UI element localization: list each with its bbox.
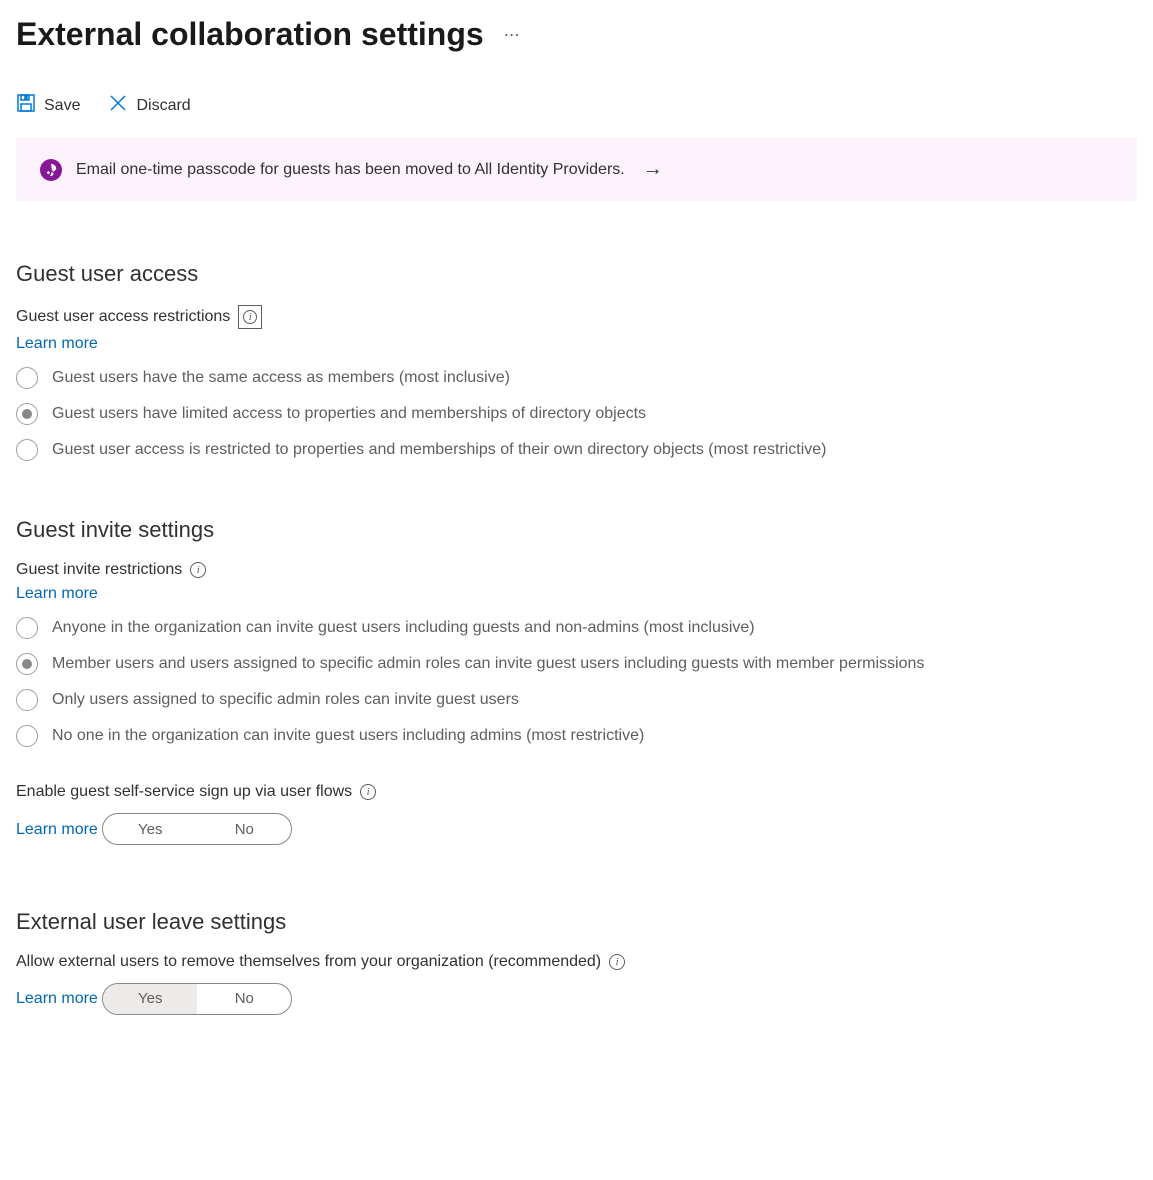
learn-more-link[interactable]: Learn more xyxy=(16,990,98,1008)
info-icon[interactable]: i xyxy=(609,954,625,970)
radio-label: Only users assigned to specific admin ro… xyxy=(52,691,519,709)
radio-circle xyxy=(16,403,38,425)
radio-guest-invite-3[interactable]: No one in the organization can invite gu… xyxy=(16,725,1137,747)
info-icon[interactable]: i xyxy=(238,305,262,329)
learn-more-link[interactable]: Learn more xyxy=(16,821,98,839)
radio-list-guest-invite: Anyone in the organization can invite gu… xyxy=(16,617,1137,747)
radio-guest-access-2[interactable]: Guest user access is restricted to prope… xyxy=(16,439,1137,461)
more-icon[interactable]: ⋯ xyxy=(504,25,520,45)
discard-label: Discard xyxy=(136,97,190,115)
radio-guest-access-1[interactable]: Guest users have limited access to prope… xyxy=(16,403,1137,425)
guest-access-restrictions-label: Guest user access restrictions xyxy=(16,308,230,326)
toolbar: Save Discard xyxy=(16,93,1137,118)
discard-button[interactable]: Discard xyxy=(108,93,190,118)
radio-list-guest-access: Guest users have the same access as memb… xyxy=(16,367,1137,461)
field-label-row: Guest invite restrictions i xyxy=(16,561,1137,579)
save-icon xyxy=(16,93,36,118)
subsection-self-service: Enable guest self-service sign up via us… xyxy=(16,783,1137,853)
radio-circle xyxy=(16,617,38,639)
toggle-yes[interactable]: Yes xyxy=(103,984,197,1014)
info-icon[interactable]: i xyxy=(360,784,376,800)
toggle-yes[interactable]: Yes xyxy=(103,814,197,844)
rocket-icon xyxy=(40,159,62,181)
guest-invite-restrictions-label: Guest invite restrictions xyxy=(16,561,182,579)
learn-more-link[interactable]: Learn more xyxy=(16,585,98,603)
radio-label: Guest users have the same access as memb… xyxy=(52,369,510,387)
learn-more-link[interactable]: Learn more xyxy=(16,335,98,353)
radio-circle xyxy=(16,439,38,461)
radio-circle xyxy=(16,367,38,389)
radio-guest-invite-0[interactable]: Anyone in the organization can invite gu… xyxy=(16,617,1137,639)
section-guest-access: Guest user access Guest user access rest… xyxy=(16,261,1137,461)
radio-label: Guest user access is restricted to prope… xyxy=(52,441,827,459)
section-heading-external-leave: External user leave settings xyxy=(16,909,1137,935)
field-label-row: Enable guest self-service sign up via us… xyxy=(16,783,1137,801)
radio-label: Guest users have limited access to prope… xyxy=(52,405,646,423)
save-label: Save xyxy=(44,97,80,115)
self-service-label: Enable guest self-service sign up via us… xyxy=(16,783,352,801)
arrow-right-icon: → xyxy=(643,158,663,181)
save-button[interactable]: Save xyxy=(16,93,80,118)
discard-icon xyxy=(108,93,128,118)
radio-circle xyxy=(16,725,38,747)
radio-circle xyxy=(16,689,38,711)
radio-guest-invite-1[interactable]: Member users and users assigned to speci… xyxy=(16,653,1137,675)
radio-label: No one in the organization can invite gu… xyxy=(52,727,644,745)
external-leave-label: Allow external users to remove themselve… xyxy=(16,953,601,971)
field-label-row: Allow external users to remove themselve… xyxy=(16,953,1137,971)
toggle-no[interactable]: No xyxy=(197,984,291,1014)
radio-label: Member users and users assigned to speci… xyxy=(52,655,924,673)
radio-guest-invite-2[interactable]: Only users assigned to specific admin ro… xyxy=(16,689,1137,711)
toggle-external-leave[interactable]: Yes No xyxy=(102,983,292,1015)
radio-circle xyxy=(16,653,38,675)
info-icon[interactable]: i xyxy=(190,562,206,578)
notification-banner[interactable]: Email one-time passcode for guests has b… xyxy=(16,138,1137,201)
section-external-leave: External user leave settings Allow exter… xyxy=(16,909,1137,1023)
page-header: External collaboration settings ⋯ xyxy=(16,16,1137,53)
page-title: External collaboration settings xyxy=(16,16,484,53)
section-heading-guest-invite: Guest invite settings xyxy=(16,517,1137,543)
section-guest-invite: Guest invite settings Guest invite restr… xyxy=(16,517,1137,853)
radio-label: Anyone in the organization can invite gu… xyxy=(52,619,755,637)
toggle-no[interactable]: No xyxy=(197,814,291,844)
radio-guest-access-0[interactable]: Guest users have the same access as memb… xyxy=(16,367,1137,389)
section-heading-guest-access: Guest user access xyxy=(16,261,1137,287)
toggle-self-service[interactable]: Yes No xyxy=(102,813,292,845)
field-label-row: Guest user access restrictions i xyxy=(16,305,1137,329)
notification-text: Email one-time passcode for guests has b… xyxy=(76,161,625,179)
